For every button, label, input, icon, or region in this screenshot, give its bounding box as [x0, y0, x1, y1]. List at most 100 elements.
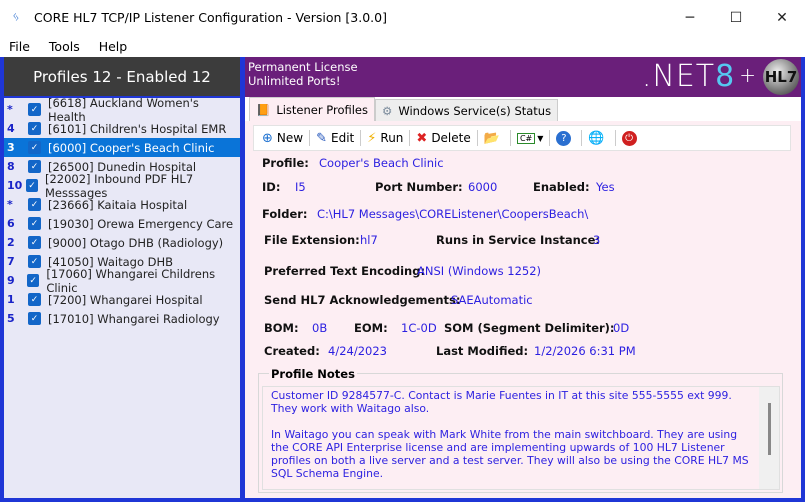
profiles-panel: Profiles 12 - Enabled 12 *✓[6618] Auckla…: [4, 57, 240, 498]
menu-tools[interactable]: Tools: [49, 39, 80, 54]
edit-label: Edit: [331, 131, 354, 145]
enabled-checkbox[interactable]: ✓: [28, 103, 41, 116]
net-text: .NET: [642, 59, 715, 94]
power-icon: ⏻: [622, 131, 637, 146]
instance-label: Runs in Service Instance:: [436, 233, 600, 247]
enabled-checkbox[interactable]: ✓: [28, 160, 41, 173]
enabled-checkbox[interactable]: ✓: [28, 122, 41, 135]
gear-icon: ⚙: [382, 104, 392, 118]
instance-number: 7: [4, 255, 28, 268]
instance-value: 3: [593, 233, 600, 247]
menu-file[interactable]: File: [9, 39, 30, 54]
profile-name: [6000] Cooper's Beach Clinic: [48, 141, 214, 155]
id-label: ID:: [262, 180, 280, 194]
minimize-button[interactable]: ─: [667, 0, 713, 35]
profile-notes-caption: Profile Notes: [269, 367, 357, 381]
enabled-label: Enabled:: [533, 180, 590, 194]
edit-button[interactable]: ✎ Edit: [316, 131, 354, 146]
enabled-checkbox[interactable]: ✓: [28, 198, 41, 211]
plus-sign: +: [739, 63, 757, 87]
profile-name: [6101] Children's Hospital EMR: [48, 122, 226, 136]
scrollbar-thumb[interactable]: [768, 403, 771, 455]
port-label: Port Number:: [375, 180, 463, 194]
notes-scrollbar[interactable]: [759, 387, 779, 489]
profile-notes-group: Profile Notes Customer ID 9284577-C. Con…: [258, 373, 783, 493]
tab-listener-profiles[interactable]: 📙Listener Profiles: [249, 97, 375, 121]
profile-name: [17010] Whangarei Radiology: [48, 312, 220, 326]
instance-number: 5: [4, 312, 28, 325]
web-button[interactable]: 🌐: [588, 131, 608, 146]
chevron-down-icon: ▼: [537, 134, 543, 143]
profile-notes-textarea[interactable]: Customer ID 9284577-C. Contact is Marie …: [262, 386, 780, 490]
profile-name: [17060] Whangarei Childrens Clinic: [46, 267, 240, 295]
enabled-checkbox[interactable]: ✓: [28, 255, 41, 268]
profile-list-item[interactable]: *✓[6618] Auckland Women's Health: [4, 100, 240, 119]
som-label: SOM (Segment Delimiter):: [444, 321, 615, 335]
delete-button[interactable]: ✖Delete: [416, 131, 470, 146]
created-value: 4/24/2023: [328, 344, 387, 358]
enabled-checkbox[interactable]: ✓: [28, 217, 41, 230]
som-value: 0D: [613, 321, 629, 335]
app-icon: ᛃ: [12, 10, 26, 25]
eom-value: 1C-0D: [401, 321, 437, 335]
profile-detail-panel: Permanent License Unlimited Ports! .NET8…: [245, 57, 801, 498]
enabled-checkbox[interactable]: ✓: [28, 293, 41, 306]
modified-value: 1/2/2026 6:31 PM: [534, 344, 636, 358]
menu-bar: File Tools Help: [0, 35, 805, 57]
new-button[interactable]: ⊕New: [262, 131, 303, 146]
profile-name: [6618] Auckland Women's Health: [48, 96, 240, 124]
profile-list-item[interactable]: 3✓ [6000] Cooper's Beach Clinic: [4, 138, 240, 157]
profile-list-item[interactable]: 5✓ [17010] Whangarei Radiology: [4, 309, 240, 328]
profile-list: *✓[6618] Auckland Women's Health4✓[6101]…: [4, 98, 240, 328]
license-banner: Permanent License Unlimited Ports! .NET8…: [245, 57, 801, 97]
profile-list-item[interactable]: 2✓[9000] Otago DHB (Radiology): [4, 233, 240, 252]
plus-circle-icon: ⊕: [262, 131, 273, 146]
help-button[interactable]: ?: [556, 131, 575, 146]
instance-number: 10: [4, 179, 26, 192]
delete-label: Delete: [431, 131, 470, 145]
extension-value: hl7: [360, 233, 378, 247]
window-title: CORE HL7 TCP/IP Listener Configuration -…: [34, 10, 387, 25]
encoding-label: Preferred Text Encoding:: [264, 264, 425, 278]
enabled-checkbox[interactable]: ✓: [28, 141, 41, 154]
profiles-header: Profiles 12 - Enabled 12: [4, 57, 240, 98]
enabled-checkbox[interactable]: ✓: [28, 236, 41, 249]
modified-label: Last Modified:: [436, 344, 528, 358]
created-label: Created:: [264, 344, 320, 358]
license-type: Permanent License: [248, 60, 358, 74]
power-button[interactable]: ⏻: [622, 131, 641, 146]
pencil-icon: ✎: [316, 131, 327, 146]
maximize-button[interactable]: ☐: [713, 0, 759, 35]
instance-number: 8: [4, 160, 28, 173]
tab-label: Windows Service(s) Status: [398, 104, 551, 118]
csharp-dropdown-button[interactable]: C#▼: [517, 133, 543, 144]
enabled-checkbox[interactable]: ✓: [26, 179, 38, 192]
menu-help[interactable]: Help: [99, 39, 128, 54]
profile-list-item[interactable]: 6✓[19030] Orewa Emergency Care: [4, 214, 240, 233]
instance-number: 2: [4, 236, 28, 249]
enabled-checkbox[interactable]: ✓: [27, 274, 39, 287]
profile-value: Cooper's Beach Clinic: [319, 156, 444, 170]
port-value: 6000: [468, 180, 497, 194]
help-icon: ?: [556, 131, 571, 146]
net-version: 8: [715, 59, 735, 94]
profile-name: [7200] Whangarei Hospital: [48, 293, 203, 307]
enabled-checkbox[interactable]: ✓: [28, 312, 41, 325]
profile-list-item[interactable]: 9✓[17060] Whangarei Childrens Clinic: [4, 271, 240, 290]
profile-list-item[interactable]: 10✓[22002] Inbound PDF HL7 Messsages: [4, 176, 240, 195]
tab-windows-services[interactable]: ⚙ Windows Service(s) Status: [375, 99, 558, 121]
profile-list-item[interactable]: 4✓[6101] Children's Hospital EMR: [4, 119, 240, 138]
close-button[interactable]: ✕: [759, 0, 805, 35]
run-button[interactable]: ⚡Run: [367, 131, 403, 146]
id-value: I5: [295, 180, 306, 194]
instance-number: 9: [4, 274, 27, 287]
license-ports: Unlimited Ports!: [248, 74, 340, 88]
run-label: Run: [380, 131, 403, 145]
instance-number: 1: [4, 293, 28, 306]
profile-name: [22002] Inbound PDF HL7 Messsages: [45, 172, 240, 200]
instance-number: 3: [4, 141, 28, 154]
tab-bar: 📙Listener Profiles ⚙ Windows Service(s) S…: [245, 97, 801, 121]
open-folder-button[interactable]: 📂: [484, 131, 504, 146]
title-bar: ᛃ CORE HL7 TCP/IP Listener Configuration…: [0, 0, 805, 35]
toolbar: ⊕New ✎ Edit ⚡Run ✖Delete 📂 C#▼ ? 🌐 ⏻: [253, 125, 791, 151]
